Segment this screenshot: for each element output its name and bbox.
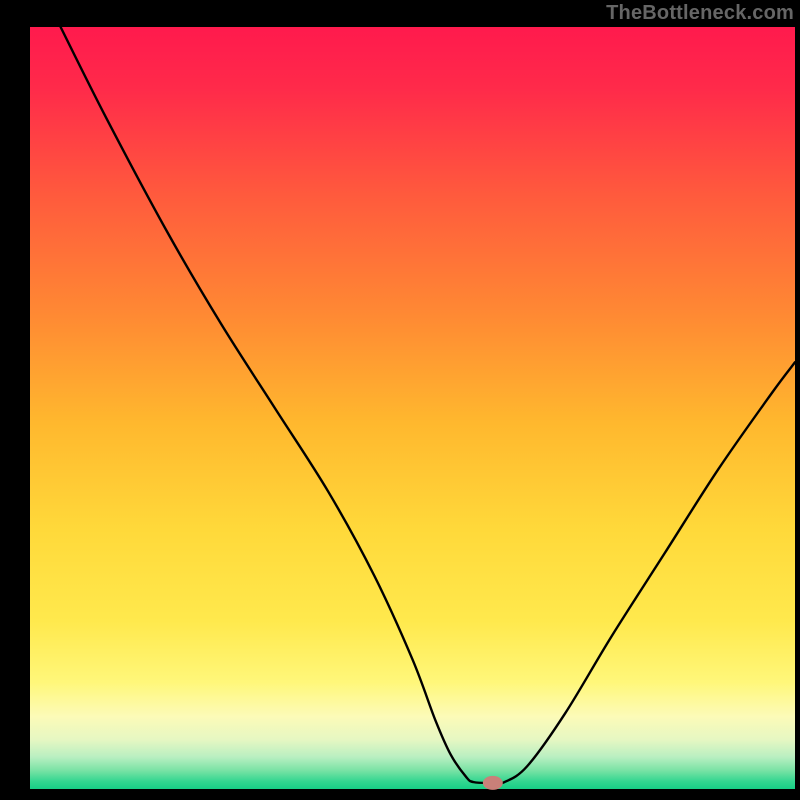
- bottleneck-chart: [0, 0, 800, 800]
- optimum-marker: [483, 776, 503, 790]
- chart-plot-area: [30, 27, 795, 789]
- attribution-label: TheBottleneck.com: [606, 2, 794, 25]
